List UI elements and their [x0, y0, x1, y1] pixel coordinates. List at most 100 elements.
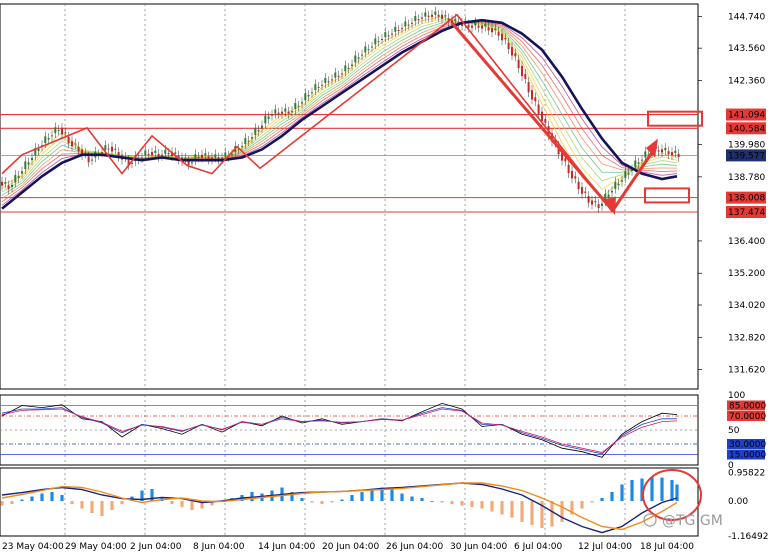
macd-histogram-bar: [340, 499, 344, 502]
candlestick: [427, 10, 430, 22]
candlestick: [27, 157, 30, 170]
candlestick: [677, 149, 680, 162]
candle-body: [291, 111, 293, 113]
candle-body: [371, 46, 373, 48]
candle-body: [621, 180, 623, 182]
candle-body: [434, 11, 437, 15]
price-axis-tick-label: 135.200: [728, 269, 765, 279]
candle-body: [147, 153, 150, 155]
candle-body: [494, 28, 497, 31]
rsi-axis-tick-label: 15.0000: [729, 451, 766, 461]
candle-body: [21, 171, 23, 174]
candlestick: [211, 152, 213, 165]
candle-body: [214, 154, 217, 158]
macd-histogram-bar: [70, 501, 74, 505]
candle-body: [614, 182, 617, 189]
candlestick: [31, 152, 33, 165]
candlestick: [81, 144, 83, 160]
time-axis-label: 29 May 04:00: [65, 542, 127, 552]
candle-body: [174, 152, 177, 154]
candle-body: [601, 203, 603, 206]
candle-body: [391, 33, 393, 35]
candle-body: [47, 138, 50, 140]
price-axis-tick-label: 142.360: [728, 76, 765, 86]
candle-body: [191, 162, 193, 164]
candle-body: [667, 151, 670, 155]
candlestick: [281, 106, 283, 119]
candlestick: [624, 166, 627, 183]
candlestick: [84, 148, 87, 159]
candlestick: [17, 170, 20, 183]
candlestick: [114, 144, 117, 155]
macd-histogram-bar: [320, 501, 324, 505]
macd-histogram-bar: [170, 501, 174, 505]
candle-body: [337, 75, 340, 77]
macd-histogram-bar: [560, 501, 564, 523]
trading-chart[interactable]: 144.740 143.560 142.360 141.094 140.584 139.9…: [0, 0, 770, 555]
macd-histogram-bar: [180, 501, 184, 508]
time-axis-label: 12 Jul 04:00: [578, 542, 632, 552]
macd-histogram-bar: [530, 501, 534, 526]
candle-body: [344, 65, 347, 72]
candle-body: [107, 148, 110, 150]
macd-histogram-bar: [590, 501, 594, 503]
candle-body: [101, 152, 103, 154]
macd-histogram-bar: [440, 501, 444, 503]
candlestick: [274, 104, 277, 119]
candle-body: [334, 72, 337, 78]
candle-body: [597, 204, 600, 209]
candle-body: [74, 143, 77, 145]
candle-body: [91, 159, 93, 161]
candle-body: [1, 181, 3, 186]
ribbon-ma-line: [1, 18, 678, 190]
macd-histogram-bar: [650, 477, 654, 502]
candle-body: [594, 200, 597, 203]
candle-body: [297, 105, 300, 107]
macd-histogram-bar: [450, 501, 454, 505]
macd-histogram-bar: [600, 498, 604, 502]
macd-histogram-bar: [20, 499, 24, 502]
candle-body: [44, 136, 47, 144]
candle-body: [367, 49, 370, 51]
candlestick: [674, 145, 677, 158]
candle-body: [677, 153, 680, 157]
macd-histogram-bar: [470, 501, 474, 508]
macd-histogram-bar: [30, 496, 34, 502]
time-axis-label: 2 Jun 04:00: [130, 542, 182, 552]
candle-body: [404, 21, 407, 27]
macd-histogram-bar: [410, 496, 414, 502]
candle-body: [504, 38, 507, 40]
candle-body: [247, 140, 250, 142]
candlestick: [441, 9, 443, 24]
macd-histogram-bar: [520, 501, 524, 523]
macd-histogram-bar: [100, 501, 104, 517]
candle-body: [271, 114, 273, 116]
time-axis-label: 30 Jun 04:00: [450, 542, 507, 552]
price-axis-tick-label: 134.020: [728, 301, 765, 311]
candlestick: [11, 179, 13, 192]
macd-histogram-bar: [670, 480, 674, 502]
macd-histogram-bar: [370, 490, 374, 502]
price-axis-tick-label: 139.577: [728, 151, 765, 161]
candle-body: [364, 46, 367, 53]
candle-body: [361, 54, 363, 56]
time-axis-label: 20 Jun 04:00: [322, 542, 379, 552]
candle-body: [661, 149, 663, 153]
candlestick: [307, 90, 310, 102]
candle-body: [501, 33, 503, 41]
candle-body: [324, 77, 327, 83]
candle-body: [454, 18, 457, 22]
macd-axis-tick-label: -1.16492: [728, 532, 768, 542]
candle-body: [414, 16, 417, 22]
price-axis-tick-label: 137.474: [728, 208, 765, 218]
macd-histogram-bar: [490, 501, 494, 512]
candlestick: [271, 109, 273, 121]
candlestick: [57, 125, 60, 136]
candle-body: [611, 191, 613, 193]
candle-body: [54, 127, 57, 134]
candlestick: [184, 152, 187, 165]
candlestick: [597, 199, 600, 213]
price-axis-tick-label: 139.980: [728, 141, 765, 151]
candlestick: [571, 166, 573, 184]
candlestick: [527, 77, 530, 98]
